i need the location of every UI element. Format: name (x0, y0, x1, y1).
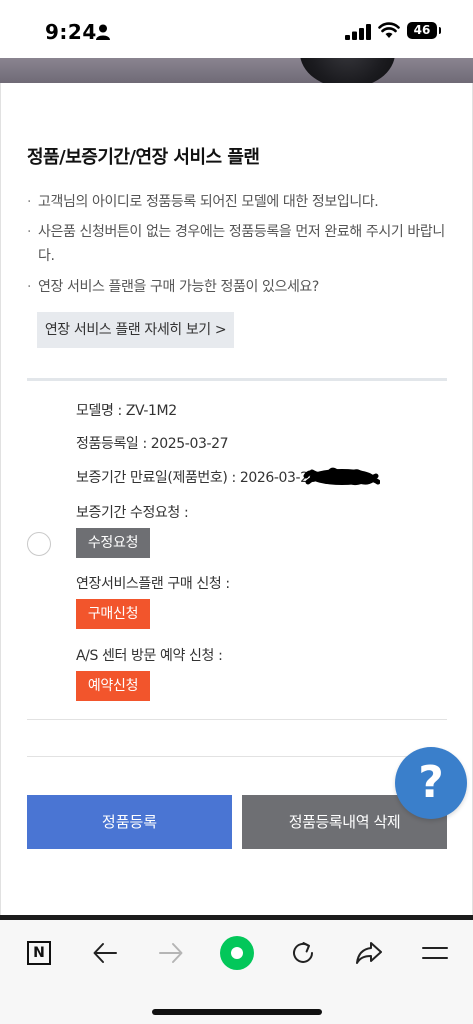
forward-arrow-icon (159, 943, 183, 963)
status-bar: 9:24 46 (0, 0, 473, 58)
reload-icon (293, 942, 313, 963)
reload-button[interactable] (285, 935, 321, 971)
modify-request-button[interactable]: 수정요청 (76, 528, 150, 558)
register-date-label: 정품등록일 : (76, 436, 147, 452)
home-indicator (152, 1009, 322, 1015)
notice-text: 고객님의 아이디로 정품등록 되어진 모델에 대한 정보입니다. (38, 194, 379, 210)
warranty-expiry-row: 보증기간 만료일(제품번호) :2026-03-26 (76, 467, 318, 487)
signal-icon (345, 24, 371, 40)
help-button[interactable]: ? (395, 747, 467, 819)
notice-item: · 연장 서비스 플랜을 구매 가능한 정품이 있으세요? (27, 275, 452, 299)
divider (27, 719, 447, 720)
register-date-row: 정품등록일 :2025-03-27 (76, 433, 229, 453)
notice-text: 연장 서비스 플랜을 구매 가능한 정품이 있으세요? (38, 279, 319, 295)
model-label: 모델명 : (76, 403, 122, 419)
browser-toolbar: N (0, 920, 473, 1024)
green-dot-icon (220, 936, 254, 970)
as-reservation-label: A/S 센터 방문 예약 신청 : (76, 648, 223, 664)
battery-icon: 46 (407, 22, 441, 39)
reservation-request-button[interactable]: 예약신청 (76, 671, 150, 701)
notice-text: 사은품 신청버튼이 없는 경우에는 정품등록을 먼저 완료해 주시기 바랍니다. (38, 224, 445, 264)
divider (27, 756, 447, 757)
menu-button[interactable] (417, 935, 453, 971)
redaction-scribble (303, 467, 380, 486)
divider (27, 378, 447, 381)
plan-purchase-label: 연장서비스플랜 구매 신청 : (76, 576, 230, 592)
purchase-request-button[interactable]: 구매신청 (76, 599, 150, 629)
left-border (0, 83, 1, 915)
section-title: 정품/보증기간/연장 서비스 플랜 (27, 147, 260, 168)
model-row: 모델명 : ZV-1M2 (76, 400, 177, 420)
warranty-expiry-label: 보증기간 만료일(제품번호) : (76, 470, 236, 486)
model-value: ZV-1M2 (125, 403, 177, 419)
notice-item: · 고객님의 아이디로 정품등록 되어진 모델에 대한 정보입니다. (27, 190, 452, 214)
share-icon (356, 942, 382, 964)
green-dot-button[interactable] (219, 935, 255, 971)
menu-icon (422, 947, 448, 959)
bullet-icon: · (27, 279, 32, 295)
camera-lens-image (300, 58, 395, 83)
bullet-icon: · (27, 224, 32, 240)
register-product-button[interactable]: 정품등록 (27, 795, 232, 849)
product-banner-image (0, 58, 473, 83)
plan-details-link[interactable]: 연장 서비스 플랜 자세히 보기 > (37, 312, 234, 348)
bullet-icon: · (27, 194, 32, 210)
forward-button[interactable] (153, 935, 189, 971)
notice-item: · 사은품 신청버튼이 없는 경우에는 정품등록을 먼저 완료해 주시기 바랍니… (27, 220, 452, 268)
warranty-request-label: 보증기간 수정요청 : (76, 505, 189, 521)
back-arrow-icon (93, 943, 117, 963)
wifi-icon (378, 22, 400, 38)
naver-home-button[interactable]: N (21, 935, 57, 971)
person-icon (96, 24, 110, 40)
back-button[interactable] (87, 935, 123, 971)
status-time: 9:24 (45, 20, 97, 44)
n-icon: N (27, 941, 51, 965)
product-select-radio[interactable] (27, 532, 51, 556)
share-button[interactable] (351, 935, 387, 971)
register-date-value: 2025-03-27 (150, 436, 229, 452)
